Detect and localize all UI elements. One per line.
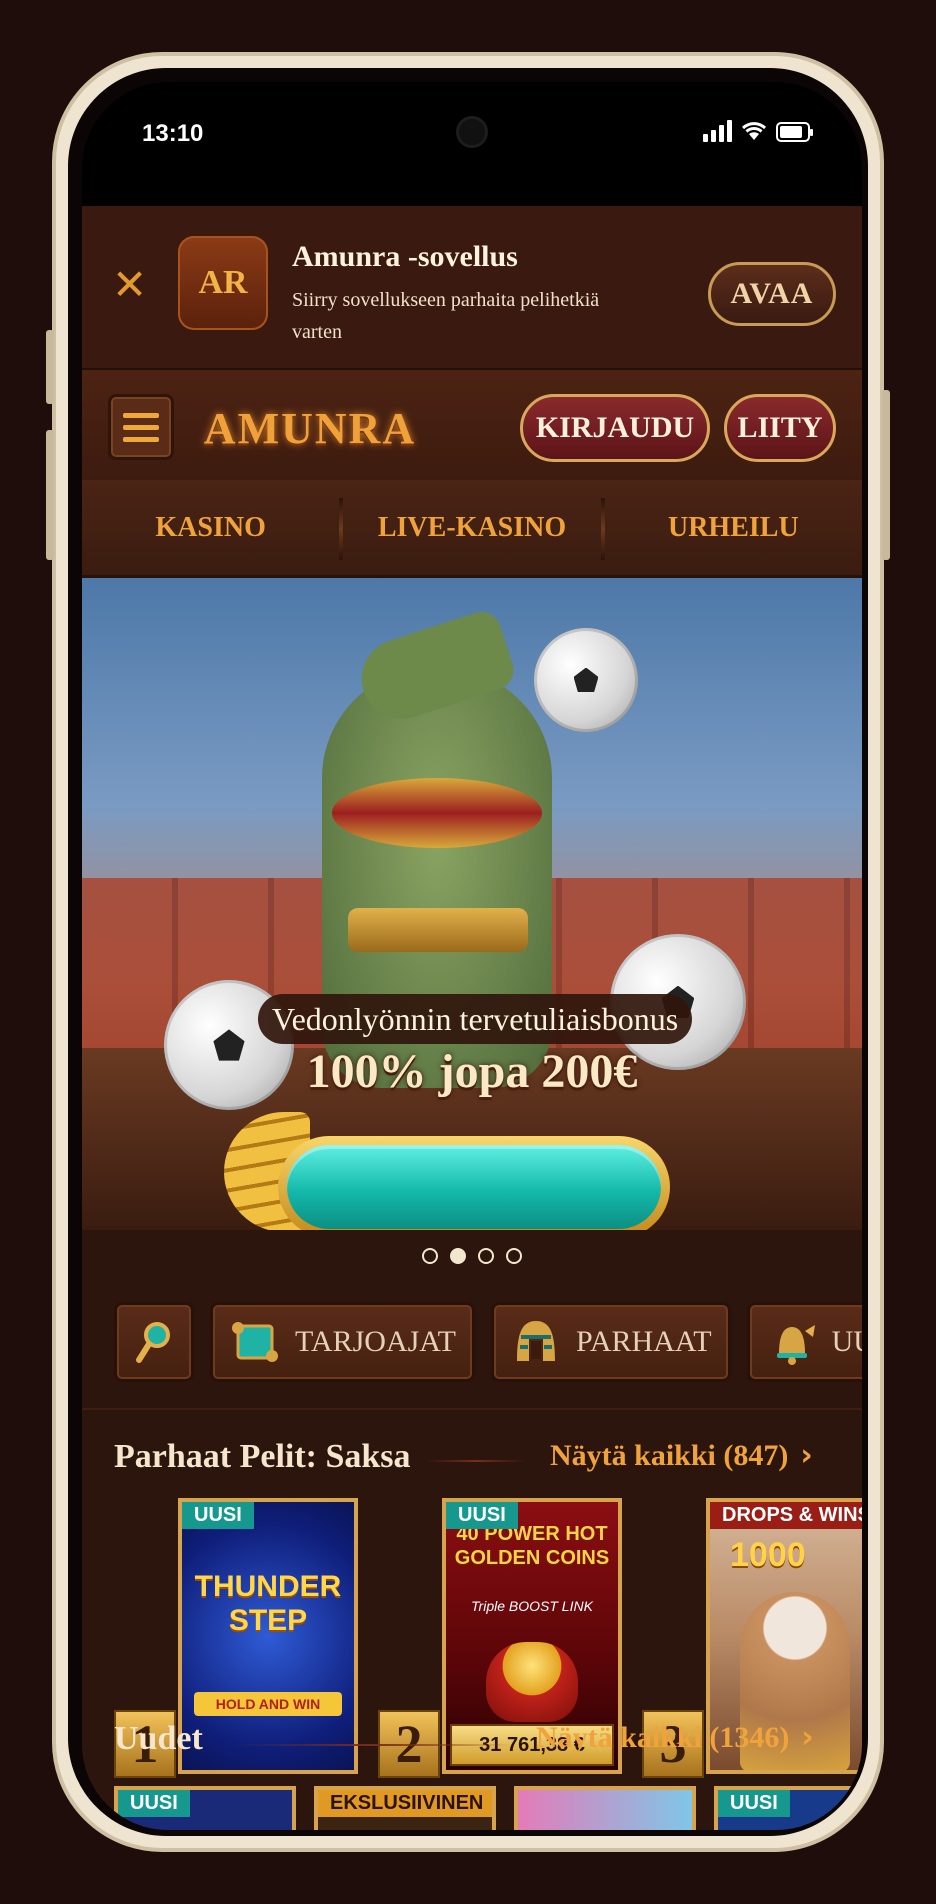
soccer-ball-icon xyxy=(534,628,638,732)
status-time: 13:10 xyxy=(142,120,204,147)
title-ornament-line xyxy=(232,1744,512,1746)
game-card-thunder-step[interactable]: UUSI THUNDER STEP HOLD AND WIN xyxy=(178,1498,358,1774)
side-button xyxy=(46,330,54,404)
category-best[interactable]: PARHAAT xyxy=(490,1302,731,1382)
hero-cta-button[interactable] xyxy=(278,1136,670,1230)
game-subtitle: HOLD AND WIN xyxy=(194,1692,342,1716)
scroll-icon xyxy=(229,1316,281,1368)
app-logo: AR xyxy=(178,236,268,330)
phone-frame: 13:10 ✕ AR Amunra -sovellus Siirry sovel… xyxy=(52,52,884,1852)
top-games-show-all-link[interactable]: Näytä kaikki (847) › xyxy=(550,1438,813,1473)
side-button xyxy=(46,430,54,560)
new-badge: UUSI xyxy=(718,1790,790,1817)
brand-logo[interactable]: AMUNRA xyxy=(200,398,420,458)
hamburger-menu-icon[interactable] xyxy=(108,394,174,460)
drops-wins-badge: DROPS & WINS xyxy=(710,1502,862,1529)
screen: 13:10 ✕ AR Amunra -sovellus Siirry sovel… xyxy=(82,82,862,1830)
category-label: UUD xyxy=(831,1325,862,1358)
carousel-dots xyxy=(82,1248,862,1264)
new-game-card[interactable]: UUSI xyxy=(714,1786,862,1830)
category-search[interactable] xyxy=(114,1302,194,1382)
battery-icon xyxy=(776,122,813,142)
chevron-right-icon: › xyxy=(800,1438,813,1473)
category-new[interactable]: UUD xyxy=(746,1302,862,1382)
front-camera xyxy=(456,116,488,148)
game-title: THUNDER STEP xyxy=(194,1570,342,1637)
tab-sports[interactable]: URHEILU xyxy=(605,480,862,575)
search-icon xyxy=(136,1322,170,1363)
category-label: PARHAAT xyxy=(575,1325,712,1358)
game-subtitle: Triple BOOST LINK xyxy=(471,1598,593,1614)
app-install-banner: ✕ AR Amunra -sovellus Siirry sovelluksee… xyxy=(82,206,862,370)
category-bar: TARJOAJAT PARHAAT UUD xyxy=(114,1302,862,1386)
signal-icon xyxy=(703,120,732,142)
tab-live-casino[interactable]: LIVE-KASINO xyxy=(343,480,600,575)
top-games-title: Parhaat Pelit: Saksa xyxy=(114,1438,411,1475)
category-label: TARJOAJAT xyxy=(295,1325,456,1358)
category-providers[interactable]: TARJOAJAT xyxy=(210,1302,475,1382)
bell-icon xyxy=(766,1316,818,1368)
new-games-title: Uudet xyxy=(114,1720,203,1757)
open-app-button[interactable]: AVAA xyxy=(708,262,836,326)
join-button[interactable]: LIITY xyxy=(724,394,836,462)
chevron-right-icon: › xyxy=(801,1720,814,1755)
new-games-show-all-link[interactable]: Näytä kaikki (1346) › xyxy=(536,1720,814,1755)
crocodile-collar xyxy=(332,778,542,848)
new-badge: UUSI xyxy=(182,1502,254,1529)
side-button xyxy=(882,390,890,560)
carousel-dot[interactable] xyxy=(506,1248,522,1264)
crocodile-belt xyxy=(348,908,528,952)
close-icon[interactable]: ✕ xyxy=(112,264,147,306)
tab-casino[interactable]: KASINO xyxy=(82,480,339,575)
show-all-label: Näytä kaikki (847) xyxy=(550,1438,789,1472)
game-title: 40 POWER HOT GOLDEN COINS xyxy=(454,1523,610,1569)
new-game-card[interactable] xyxy=(514,1786,696,1830)
game-title: 1000 xyxy=(730,1536,806,1574)
new-games-row: UUSI EKSLUSIIVINEN UUSI xyxy=(114,1786,862,1830)
main-nav: KASINO LIVE-KASINO URHEILU xyxy=(82,480,862,578)
new-game-card[interactable]: EKSLUSIIVINEN xyxy=(314,1786,496,1830)
gold-pot-icon xyxy=(486,1642,578,1722)
exclusive-badge: EKSLUSIIVINEN xyxy=(318,1790,492,1817)
new-badge: UUSI xyxy=(446,1502,518,1529)
wifi-icon xyxy=(741,122,767,140)
show-all-label: Näytä kaikki (1346) xyxy=(536,1720,790,1754)
hero-label: Vedonlyönnin tervetuliaisbonus xyxy=(258,994,693,1044)
pharaoh-icon xyxy=(510,1316,562,1368)
status-icons xyxy=(703,120,813,142)
phone-bezel: 13:10 ✕ AR Amunra -sovellus Siirry sovel… xyxy=(68,68,868,1836)
carousel-dot[interactable] xyxy=(422,1248,438,1264)
hero-banner[interactable]: Vedonlyönnin tervetuliaisbonus 100% jopa… xyxy=(82,578,862,1230)
hero-bonus: 100% jopa 200€ xyxy=(306,1045,638,1098)
site-header: AMUNRA KIRJAUDU LIITY xyxy=(82,370,862,480)
app-banner-subtitle: Siirry sovellukseen parhaita pelihetkiä … xyxy=(292,289,600,343)
new-game-card[interactable]: UUSI xyxy=(114,1786,296,1830)
status-bar: 13:10 xyxy=(82,82,862,206)
carousel-dot-active[interactable] xyxy=(450,1248,466,1264)
new-badge: UUSI xyxy=(118,1790,190,1817)
carousel-dot[interactable] xyxy=(478,1248,494,1264)
login-button[interactable]: KIRJAUDU xyxy=(520,394,710,462)
title-ornament-line xyxy=(426,1460,526,1462)
section-divider xyxy=(82,1408,862,1410)
app-banner-title: Amunra -sovellus xyxy=(292,240,518,273)
